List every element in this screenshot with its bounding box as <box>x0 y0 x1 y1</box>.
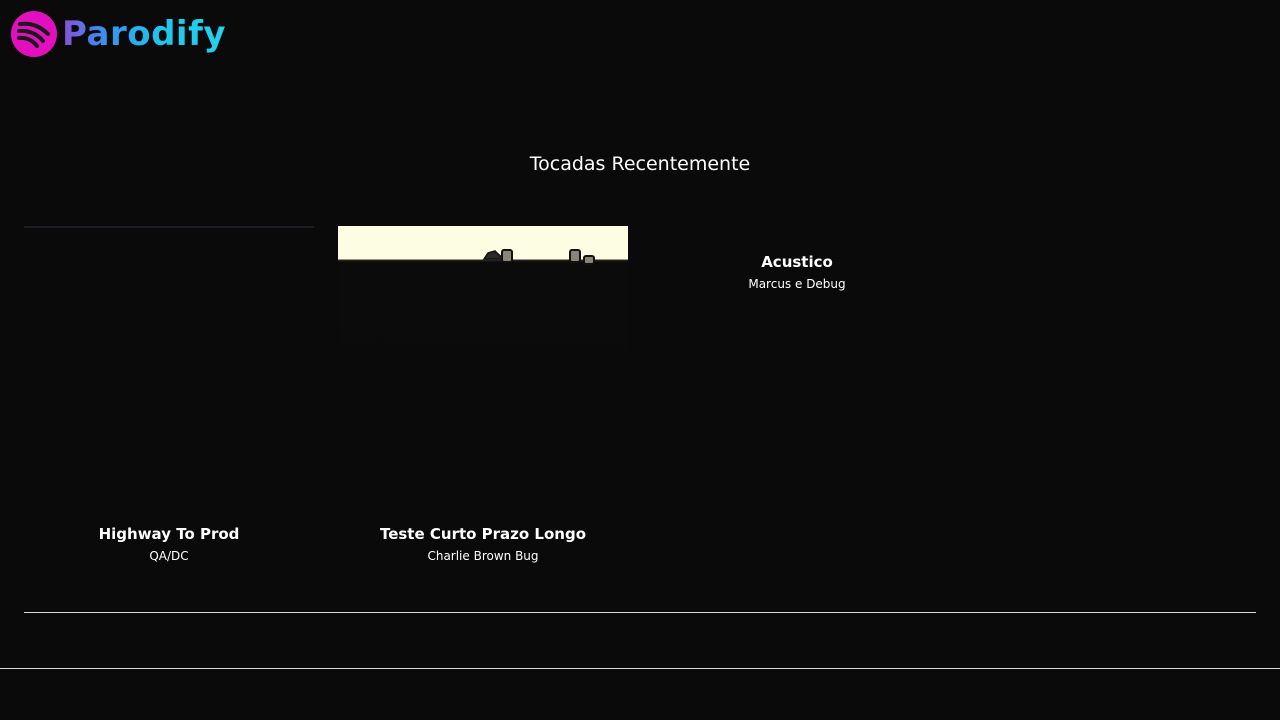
album-title: Highway To Prod <box>98 525 240 543</box>
album-artist: Charlie Brown Bug <box>427 549 539 563</box>
footer-divider <box>0 668 1280 669</box>
album-cover <box>24 226 314 513</box>
album-card[interactable]: Acustico Marcus e Debug <box>652 250 942 310</box>
content-divider <box>24 612 1256 613</box>
album-card[interactable]: Highway To Prod QA/DC <box>24 226 314 571</box>
app-logo[interactable]: Parodify <box>10 9 226 58</box>
cover-art-shapes <box>482 249 595 265</box>
album-artist: Marcus e Debug <box>748 277 846 291</box>
app-name: Parodify <box>62 10 226 58</box>
album-card[interactable]: Teste Curto Prazo Longo Charlie Brown Bu… <box>338 226 628 571</box>
parodify-logo-icon <box>11 10 57 57</box>
album-artist: QA/DC <box>149 549 189 563</box>
section-title-recent: Tocadas Recentemente <box>529 153 751 175</box>
album-cover <box>338 226 628 511</box>
album-title: Acustico <box>761 253 833 271</box>
album-title: Teste Curto Prazo Longo <box>379 525 587 543</box>
